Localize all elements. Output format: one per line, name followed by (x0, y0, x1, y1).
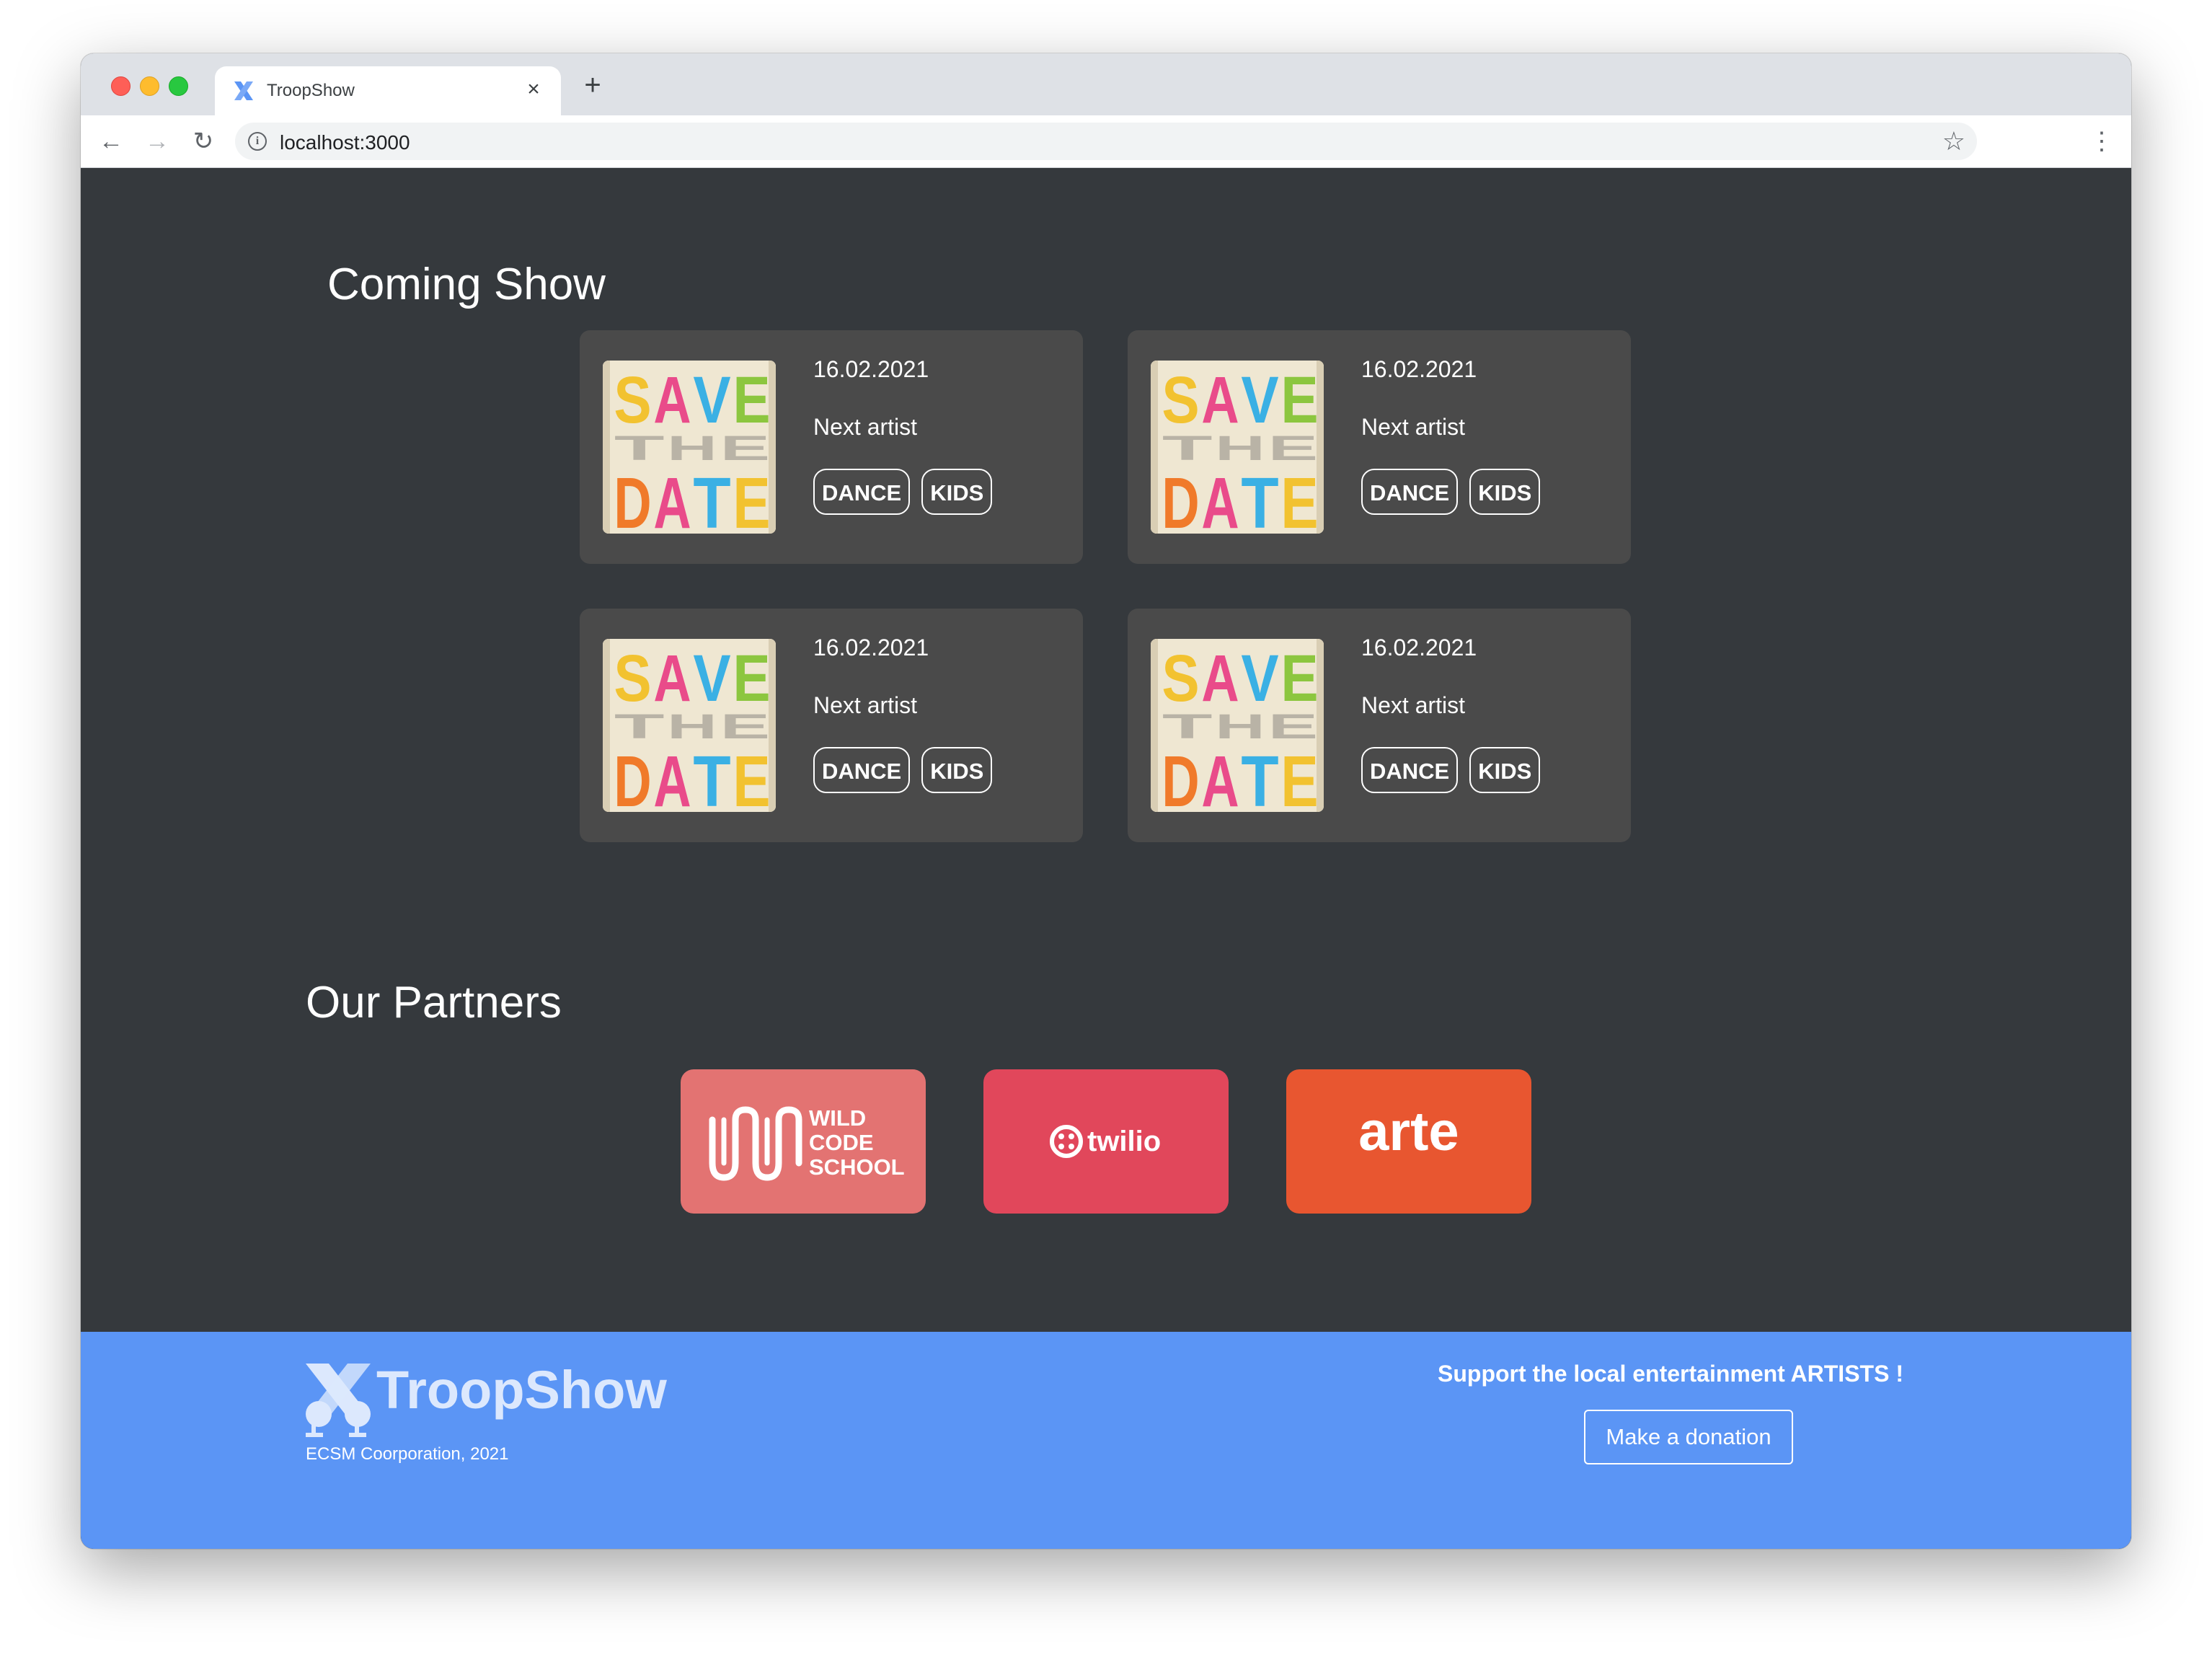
show-artist: Next artist (1361, 414, 1466, 440)
page-content: Coming Show S A V E T H E D A T E 16.02.2021 Next ar… (81, 168, 2131, 1549)
svg-text:T: T (1241, 741, 1278, 812)
tag-kids[interactable]: KIDS (921, 469, 993, 515)
svg-text:T: T (1241, 463, 1278, 534)
svg-text:S: S (614, 363, 651, 437)
show-card[interactable]: S A V E T H E D A T E 16.02.2021 Next artist DANCE KID… (580, 609, 1083, 842)
url-text[interactable]: localhost:3000 (280, 131, 410, 154)
partner-wild-code-school[interactable]: WILD CODE SCHOOL (681, 1069, 926, 1214)
svg-text:A: A (1201, 463, 1239, 534)
svg-text:S: S (614, 642, 651, 715)
close-window-button[interactable] (111, 76, 130, 96)
svg-text:E: E (1280, 741, 1318, 812)
minimize-window-button[interactable] (140, 76, 159, 96)
save-the-date-poster: SAVETHEDATE (1151, 639, 1324, 812)
svg-text:twilio: twilio (1087, 1126, 1161, 1157)
twilio-logo: twilio (983, 1069, 1229, 1214)
svg-text:E: E (1280, 642, 1318, 715)
svg-text:TroopShow: TroopShow (376, 1361, 667, 1420)
svg-text:A: A (653, 463, 691, 534)
show-date: 16.02.2021 (1361, 356, 1477, 382)
svg-text:S: S (1162, 642, 1199, 715)
partners-heading: Our Partners (306, 978, 562, 1028)
show-date: 16.02.2021 (1361, 635, 1477, 660)
wild-code-school-logo: WILD CODE SCHOOL (681, 1069, 926, 1214)
tag-dance[interactable]: DANCE (1361, 747, 1459, 793)
new-tab-button[interactable]: + (578, 71, 607, 100)
svg-text:CODE: CODE (809, 1130, 874, 1155)
save-the-date-poster: SAVETHEDATE (1151, 361, 1324, 534)
svg-text:D: D (1162, 463, 1199, 534)
tag-kids[interactable]: KIDS (921, 747, 993, 793)
show-tags: DANCE KIDS (1361, 747, 1552, 793)
svg-text:V: V (1241, 363, 1278, 437)
show-artist: Next artist (1361, 692, 1466, 718)
svg-text:E: E (733, 642, 770, 715)
tag-kids[interactable]: KIDS (1469, 469, 1541, 515)
svg-text:T: T (693, 741, 730, 812)
coming-show-heading: Coming Show (327, 260, 606, 309)
svg-text:A: A (1201, 642, 1239, 715)
svg-text:A: A (1201, 363, 1239, 437)
svg-text:E: E (733, 741, 770, 812)
svg-text:arte: arte (1358, 1101, 1459, 1162)
tag-kids[interactable]: KIDS (1469, 747, 1541, 793)
bookmark-star-icon[interactable]: ☆ (1942, 127, 1965, 156)
tab-title: TroopShow (267, 81, 355, 100)
svg-text:A: A (1201, 741, 1239, 812)
partner-arte[interactable]: arte (1286, 1069, 1531, 1214)
troopshow-logo[interactable]: TroopShow (304, 1361, 679, 1440)
close-tab-icon[interactable]: × (521, 76, 547, 102)
svg-text:E: E (1280, 463, 1318, 534)
show-tags: DANCE KIDS (813, 469, 1004, 515)
tag-dance[interactable]: DANCE (813, 747, 911, 793)
show-card[interactable]: S A V E T H E D A T E 16.02.2021 Next artist DANCE KID… (1128, 609, 1631, 842)
show-tags: DANCE KIDS (1361, 469, 1552, 515)
footer-tagline: Support the local entertainment ARTISTS … (1438, 1361, 1903, 1387)
address-bar[interactable]: i localhost:3000 ☆ (235, 123, 1977, 160)
browser-menu-icon[interactable]: ⋮ (2089, 125, 2114, 157)
svg-text:E: E (1280, 363, 1318, 437)
svg-text:S: S (1162, 363, 1199, 437)
svg-text:A: A (653, 741, 691, 812)
svg-text:T: T (693, 463, 730, 534)
troopshow-favicon-icon (234, 81, 253, 100)
partner-twilio[interactable]: twilio (983, 1069, 1229, 1214)
show-date: 16.02.2021 (813, 635, 929, 660)
save-the-date-poster: SAVETHEDATE (603, 639, 776, 812)
footer-copyright: ECSM Coorporation, 2021 (306, 1444, 509, 1464)
tag-dance[interactable]: DANCE (1361, 469, 1459, 515)
show-artist: Next artist (813, 692, 918, 718)
show-card[interactable]: S A V E T H E D A T E 16.02.2021 Next artist DANCE KID… (1128, 330, 1631, 564)
svg-text:A: A (653, 642, 691, 715)
svg-text:D: D (1162, 741, 1199, 812)
svg-text:E: E (733, 363, 770, 437)
svg-text:SCHOOL: SCHOOL (809, 1154, 905, 1180)
forward-arrow-icon[interactable]: → (141, 125, 173, 157)
show-tags: DANCE KIDS (813, 747, 1004, 793)
show-date: 16.02.2021 (813, 356, 929, 382)
site-footer: TroopShow ECSM Coorporation, 2021 Suppor… (81, 1332, 2131, 1549)
arte-logo: arte (1286, 1069, 1531, 1214)
svg-text:E: E (733, 463, 770, 534)
back-arrow-icon[interactable]: ← (95, 125, 127, 157)
svg-text:D: D (614, 741, 651, 812)
site-info-icon[interactable]: i (248, 132, 267, 151)
save-the-date-poster: SAVETHEDATE (603, 361, 776, 534)
tag-dance[interactable]: DANCE (813, 469, 911, 515)
make-donation-button[interactable]: Make a donation (1584, 1410, 1793, 1464)
show-artist: Next artist (813, 414, 918, 440)
svg-text:A: A (653, 363, 691, 437)
svg-text:V: V (1241, 642, 1278, 715)
tab-strip: TroopShow × + (81, 53, 2131, 115)
svg-text:D: D (614, 463, 651, 534)
maximize-window-button[interactable] (169, 76, 188, 96)
reload-icon[interactable]: ↻ (187, 125, 219, 157)
show-card[interactable]: S A V E T H E D A T E 16.02.2021 Next artist DANCE KID… (580, 330, 1083, 564)
svg-text:WILD: WILD (809, 1105, 866, 1131)
browser-tab[interactable]: TroopShow × (215, 66, 561, 115)
svg-text:V: V (693, 363, 730, 437)
svg-text:V: V (693, 642, 730, 715)
browser-window: TroopShow × + ← → ↻ i localhost:3000 ☆ ⋮… (81, 53, 2131, 1549)
browser-toolbar: ← → ↻ i localhost:3000 ☆ ⋮ (81, 115, 2131, 168)
